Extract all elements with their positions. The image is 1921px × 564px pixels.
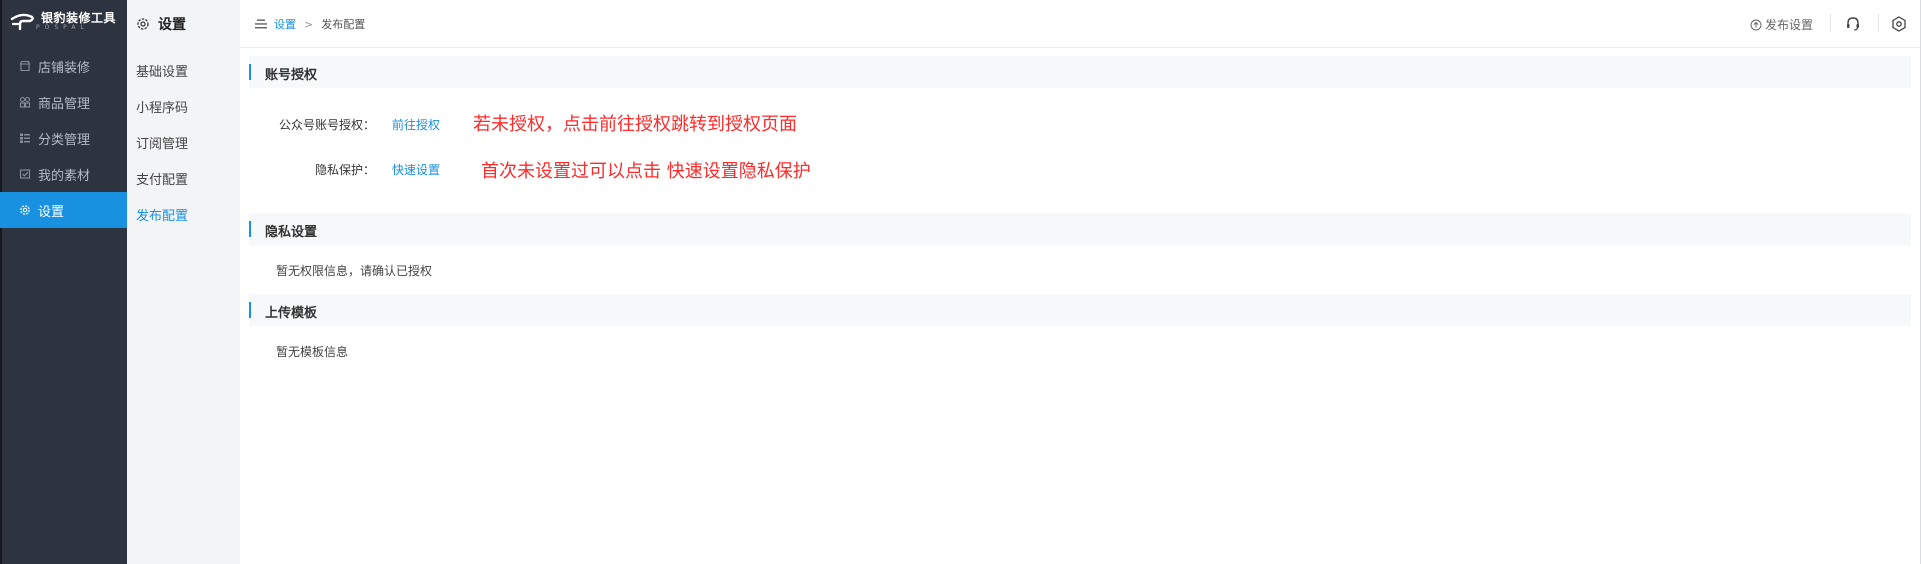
topbar-divider: [1878, 14, 1879, 32]
annotation-quick-setup: 首次未设置过可以点击 快速设置隐私保护: [481, 161, 811, 182]
submenu-item-basic-settings[interactable]: 基础设置: [136, 61, 188, 80]
publish-settings-label: 发布设置: [1764, 18, 1813, 32]
headset-icon: [1847, 17, 1859, 31]
section-upload-template: 上传模板: [249, 294, 1911, 326]
publish-settings-button[interactable]: 发布设置: [1750, 16, 1813, 33]
logo-icon: [10, 13, 34, 30]
breadcrumb-current: 发布配置: [321, 18, 366, 31]
gear-icon: [137, 18, 149, 30]
hexagon-settings-icon: [1892, 16, 1906, 32]
section-title: 账号授权: [265, 68, 318, 83]
breadcrumb: 设置 > 发布配置: [254, 16, 365, 32]
section-privacy-settings: 隐私设置: [249, 213, 1911, 245]
quick-setup-link[interactable]: 快速设置: [392, 161, 440, 178]
section-marker: [249, 64, 251, 80]
annotation-authorize: 若未授权，点击前往授权跳转到授权页面: [473, 114, 797, 135]
privacy-empty-message: 暂无权限信息，请确认已授权: [276, 264, 433, 278]
privacy-protection-label: 隐私保护：: [314, 163, 375, 177]
section-title: 上传模板: [265, 306, 318, 321]
section-account-authorization: 账号授权: [249, 56, 1911, 88]
category-icon: [20, 133, 30, 143]
store-icon: [19, 60, 31, 72]
gear-icon: [20, 205, 30, 215]
official-account-auth-label: 公众号账号授权：: [278, 118, 375, 132]
submenu-item-mini-program-code[interactable]: 小程序码: [136, 97, 188, 116]
topbar-divider: [1830, 14, 1831, 32]
section-title: 隐私设置: [265, 225, 318, 240]
nav-item-category[interactable]: 分类管理: [0, 120, 127, 156]
section-marker: [249, 302, 251, 318]
nav-label: 商品管理: [38, 96, 91, 112]
section-marker: [249, 221, 251, 237]
submenu-title-label: 设置: [158, 17, 186, 33]
breadcrumb-parent[interactable]: 设置: [274, 16, 296, 32]
submenu-item-subscription[interactable]: 订阅管理: [136, 133, 188, 152]
go-authorize-link[interactable]: 前往授权: [392, 116, 440, 133]
breadcrumb-separator: >: [304, 17, 314, 31]
logo[interactable]: 银豹装修工具 POSPAL: [10, 12, 116, 31]
settings-button[interactable]: [1889, 14, 1909, 34]
upload-icon: [1750, 19, 1762, 30]
template-empty-message: 暂无模板信息: [276, 345, 349, 359]
settings-submenu: 设置 基础设置 小程序码 订阅管理 支付配置 发布配置: [127, 0, 240, 564]
submenu-item-publish-config[interactable]: 发布配置: [136, 205, 188, 224]
nav-label: 设置: [38, 204, 65, 220]
nav-item-store-decoration[interactable]: 店铺装修: [0, 48, 127, 84]
submenu-title: 设置: [136, 14, 186, 34]
nav-label: 店铺装修: [38, 60, 91, 76]
nav-item-settings[interactable]: 设置: [0, 192, 127, 228]
nav-item-goods[interactable]: 商品管理: [0, 84, 127, 120]
brand-sub: POSPAL: [36, 24, 89, 31]
brand-name: 银豹装修工具: [41, 11, 117, 25]
goods-icon: [19, 96, 31, 108]
topbar: 设置 > 发布配置 发布设置: [240, 0, 1921, 48]
support-button[interactable]: [1843, 14, 1863, 34]
nav-label: 分类管理: [38, 132, 91, 148]
submenu-item-payment[interactable]: 支付配置: [136, 169, 188, 188]
material-icon: [19, 169, 31, 179]
nav-label: 我的素材: [38, 168, 91, 184]
main-sidebar: 银豹装修工具 POSPAL 店铺装修 商品管理 分类管理 我的素材 设置: [0, 0, 127, 564]
menu-toggle-icon[interactable]: [254, 19, 268, 29]
nav-item-materials[interactable]: 我的素材: [0, 156, 127, 192]
